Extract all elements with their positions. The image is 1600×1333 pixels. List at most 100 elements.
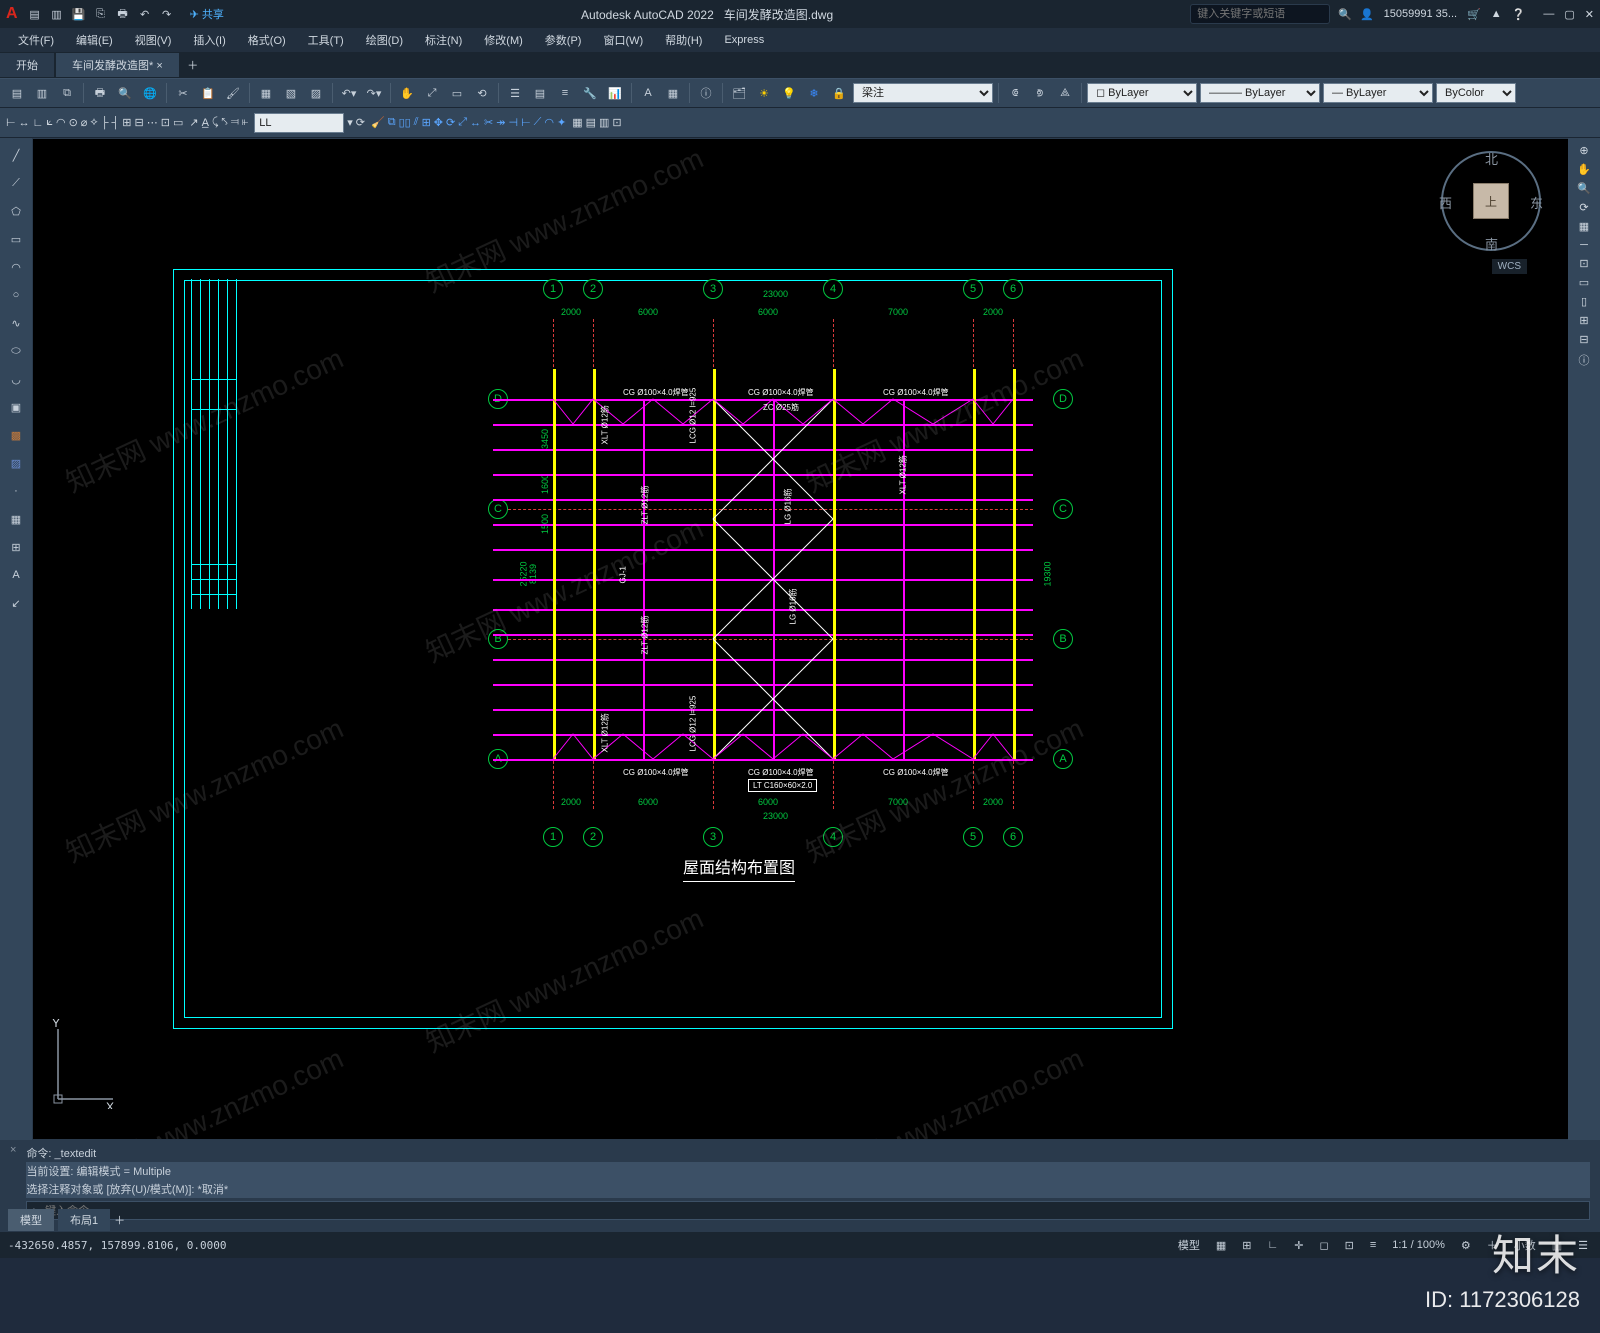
icon-zoom-ext[interactable]: ⤢ [421, 82, 443, 104]
nav-pan-icon[interactable]: ✋ [1577, 163, 1591, 176]
status-model[interactable]: 模型 [1174, 1235, 1204, 1255]
status-zoom-in-icon[interactable]: ＋ [1483, 1235, 1502, 1255]
menu-express[interactable]: Express [714, 31, 774, 49]
nav-showmotion-icon[interactable]: ▦ [1579, 220, 1589, 233]
mod-explode[interactable]: ✦ [557, 116, 566, 129]
tool-ellipse-icon[interactable]: ⬭ [5, 340, 27, 362]
menu-window[interactable]: 窗口(W) [593, 29, 653, 51]
mod-icon-5[interactable]: ⫤ [231, 116, 239, 129]
tool-circle-icon[interactable]: ○ [5, 284, 27, 306]
menu-edit[interactable]: 编辑(E) [66, 29, 123, 51]
freeze-icon[interactable]: ❄ [803, 82, 825, 104]
icon-table[interactable]: ▦ [662, 82, 684, 104]
share-button[interactable]: ✈ 共享 [190, 6, 224, 22]
grp-icon-4[interactable]: ⊡ [612, 116, 621, 129]
dim-dd-icon[interactable]: ▾ [347, 116, 353, 129]
dim-icon-15[interactable]: ▭ [173, 116, 183, 129]
menu-modify[interactable]: 修改(M) [474, 29, 533, 51]
nav-render-icon[interactable]: ⊟ [1579, 333, 1588, 346]
cart-icon[interactable]: 🛒 [1467, 8, 1481, 21]
tab-start[interactable]: 开始 [0, 53, 54, 77]
icon-zoom-prev[interactable]: ⟲ [471, 82, 493, 104]
tool-gradient-icon[interactable]: ▨ [5, 452, 27, 474]
icon-redo-dd[interactable]: ↷▾ [363, 82, 385, 104]
tab-close-icon[interactable]: × [156, 60, 162, 72]
nav-option-icon[interactable]: ⓘ [1579, 352, 1590, 368]
icon-ls3[interactable]: ⟁ [1054, 82, 1076, 104]
qat-saveas-icon[interactable]: ⎘ [92, 5, 110, 23]
status-polar-icon[interactable]: ✛ [1290, 1237, 1307, 1254]
icon-open[interactable]: ▥ [31, 82, 53, 104]
status-lwt-icon[interactable]: ≡ [1366, 1237, 1380, 1253]
icon-text-a[interactable]: A [637, 82, 659, 104]
icon-block3[interactable]: ▨ [305, 82, 327, 104]
status-iso-icon[interactable]: ▥ [1548, 1237, 1566, 1254]
icon-layer2[interactable]: ▤ [529, 82, 551, 104]
tab-document[interactable]: 车间发酵改造图* × [56, 53, 179, 77]
tool-line-icon[interactable]: ╱ [5, 144, 27, 166]
tool-point-icon[interactable]: · [5, 480, 27, 502]
mod-copy[interactable]: ⧉ [388, 116, 396, 129]
grp-icon-3[interactable]: ▥ [599, 116, 609, 129]
status-snap-icon[interactable]: ⊞ [1238, 1237, 1255, 1254]
nav-top-icon[interactable]: ⊡ [1579, 257, 1588, 270]
status-grid-icon[interactable]: ▦ [1212, 1237, 1230, 1254]
tool-pline-icon[interactable]: ⟋ [5, 172, 27, 194]
icon-block1[interactable]: ▦ [255, 82, 277, 104]
tab-new-icon[interactable]: ＋ [181, 57, 205, 73]
dim-style-input[interactable] [254, 113, 344, 133]
dim-icon-11[interactable]: ⊞ [122, 116, 131, 129]
status-gear-icon[interactable]: ⚙ [1457, 1237, 1475, 1254]
mod-erase[interactable]: 🧹 [371, 116, 385, 129]
layout-add-icon[interactable]: ＋ [114, 1212, 125, 1228]
tool-table-icon[interactable]: ⊞ [5, 536, 27, 558]
mod-icon-4[interactable]: ⤣ [222, 116, 228, 129]
dim-icon-13[interactable]: ⋯ [147, 116, 158, 129]
menu-dimension[interactable]: 标注(N) [415, 29, 472, 51]
dim-icon-10[interactable]: ┤ [112, 117, 120, 129]
icon-find[interactable]: 🌐 [139, 82, 161, 104]
mod-join[interactable]: ⊢ [521, 116, 531, 129]
status-ortho-icon[interactable]: ∟ [1263, 1237, 1282, 1253]
maximize-icon[interactable]: ▢ [1564, 8, 1574, 21]
color-select[interactable]: ◻ ByLayer [1087, 83, 1197, 103]
status-osnap-icon[interactable]: ◻ [1315, 1237, 1332, 1254]
tool-hatch-icon[interactable]: ▩ [5, 424, 27, 446]
mod-rotate[interactable]: ⟳ [446, 116, 455, 129]
mod-extend[interactable]: ↠ [496, 116, 505, 129]
mod-icon-1[interactable]: ↗ [189, 116, 198, 129]
filter-select[interactable]: 梁注 [853, 83, 993, 103]
nav-left-icon[interactable]: ▯ [1581, 295, 1587, 308]
dim-update-icon[interactable]: ⟳ [356, 116, 365, 129]
icon-preview[interactable]: 🔍 [114, 82, 136, 104]
viewcube-north[interactable]: 北 [1485, 149, 1498, 168]
layout-tab-model[interactable]: 模型 [8, 1209, 54, 1231]
bulb-icon[interactable]: 💡 [778, 82, 800, 104]
mod-trim[interactable]: ✂ [484, 116, 493, 129]
mod-array[interactable]: ⊞ [422, 116, 431, 129]
status-dyn-icon[interactable]: ⊡ [1341, 1237, 1358, 1254]
drawing-canvas[interactable]: 上 北 南 东 西 WCS [32, 138, 1600, 1140]
user-label[interactable]: 15059991 35... [1384, 8, 1457, 20]
icon-tool[interactable]: 🔧 [579, 82, 601, 104]
icon-ls2[interactable]: ⟄ [1029, 82, 1051, 104]
icon-dc[interactable]: 📊 [604, 82, 626, 104]
icon-layer1[interactable]: ☰ [504, 82, 526, 104]
tool-ellipse-arc-icon[interactable]: ◡ [5, 368, 27, 390]
icon-cut[interactable]: ✂ [172, 82, 194, 104]
icon-props[interactable]: ≡ [554, 82, 576, 104]
dim-icon-12[interactable]: ⊟ [135, 116, 144, 129]
menu-tools[interactable]: 工具(T) [298, 29, 354, 51]
dim-icon-9[interactable]: ├ [101, 117, 109, 129]
apps-icon[interactable]: ▲ [1491, 8, 1502, 20]
menu-view[interactable]: 视图(V) [125, 29, 182, 51]
dim-icon-14[interactable]: ⊡ [161, 116, 170, 129]
command-input[interactable] [45, 1205, 1583, 1217]
qat-redo-icon[interactable]: ↷ [158, 5, 176, 23]
dim-icon-2[interactable]: ↔ [19, 117, 30, 129]
icon-zoom-win[interactable]: ▭ [446, 82, 468, 104]
menu-format[interactable]: 格式(O) [238, 29, 296, 51]
qat-open-icon[interactable]: ▥ [48, 5, 66, 23]
close-icon[interactable]: ✕ [1585, 8, 1594, 21]
dim-icon-8[interactable]: ⟡ [90, 116, 97, 129]
